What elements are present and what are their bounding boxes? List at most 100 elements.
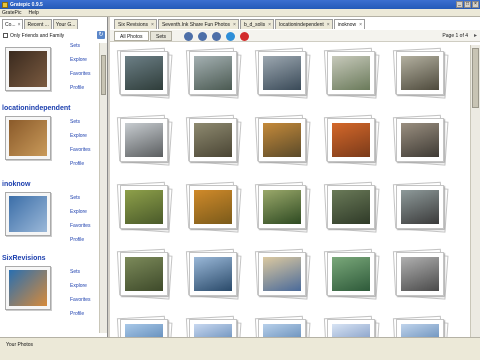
contact-favorites-link[interactable]: Favorites — [70, 223, 91, 229]
photo-thumbnail[interactable] — [125, 123, 163, 157]
sets-toggle[interactable]: Sets — [150, 31, 173, 41]
next-page-icon[interactable]: ▸ — [474, 32, 477, 39]
favorite-heart-icon[interactable] — [240, 32, 249, 41]
photo-thumbnail[interactable] — [194, 123, 232, 157]
contact-avatar[interactable] — [5, 116, 51, 160]
photo-stack[interactable] — [390, 246, 450, 302]
forward-icon[interactable] — [198, 32, 207, 41]
photo-stack[interactable] — [252, 313, 312, 337]
tab-inoknow[interactable]: inoknow × — [333, 19, 365, 29]
menu-gratepic[interactable]: GratePic — [2, 10, 21, 16]
photo-thumbnail[interactable] — [401, 56, 439, 90]
contact-name[interactable]: locationindependent — [2, 105, 98, 112]
photo-thumbnail[interactable] — [263, 257, 301, 291]
tab-six-revisions[interactable]: Six Revisions × — [114, 19, 157, 29]
photo-stack[interactable] — [390, 112, 450, 168]
photo-stack[interactable] — [183, 313, 243, 337]
contact-avatar[interactable] — [5, 266, 51, 310]
maximize-button[interactable]: □ — [464, 1, 471, 8]
photo-thumbnail[interactable] — [194, 190, 232, 224]
tab-b-d-solis[interactable]: b_d_solis × — [239, 19, 275, 29]
contact-sets-link[interactable]: Sets — [70, 269, 91, 275]
photo-thumbnail[interactable] — [332, 190, 370, 224]
photo-stack[interactable] — [114, 112, 174, 168]
photo-thumbnail[interactable] — [263, 123, 301, 157]
contact-explore-link[interactable]: Explore — [70, 209, 91, 215]
contact-sets-link[interactable]: Sets — [70, 43, 91, 49]
contact-favorites-link[interactable]: Favorites — [70, 297, 91, 303]
scrollbar-thumb[interactable] — [472, 48, 479, 108]
contact-profile-link[interactable]: Profile — [70, 161, 91, 167]
photo-stack[interactable] — [114, 45, 174, 101]
photo-stack[interactable] — [321, 45, 381, 101]
photo-thumbnail[interactable] — [125, 324, 163, 337]
photo-stack[interactable] — [321, 179, 381, 235]
tab-contacts[interactable]: Co... × — [2, 19, 24, 29]
contact-avatar[interactable] — [5, 47, 51, 91]
refresh-contacts-icon[interactable]: ↻ — [97, 31, 105, 39]
contact-favorites-link[interactable]: Favorites — [70, 71, 91, 77]
close-tab-icon[interactable]: × — [359, 22, 362, 29]
menu-help[interactable]: Help — [28, 10, 38, 16]
close-button[interactable]: × — [472, 1, 479, 8]
photo-thumbnail[interactable] — [401, 257, 439, 291]
photo-stack[interactable] — [390, 45, 450, 101]
contact-name[interactable]: SixRevisions — [2, 255, 98, 262]
contact-sets-link[interactable]: Sets — [70, 195, 91, 201]
photo-thumbnail[interactable] — [332, 123, 370, 157]
photo-stack[interactable] — [183, 45, 243, 101]
close-tab-icon[interactable]: × — [151, 22, 154, 29]
tab-recent[interactable]: Recent ... — [24, 19, 52, 29]
minimize-button[interactable]: _ — [456, 1, 463, 8]
photo-stack[interactable] — [114, 179, 174, 235]
photo-thumbnail[interactable] — [125, 257, 163, 291]
photo-thumbnail[interactable] — [332, 56, 370, 90]
photo-stack[interactable] — [321, 313, 381, 337]
close-tab-icon[interactable]: × — [268, 22, 271, 29]
close-tab-icon[interactable]: × — [233, 22, 236, 29]
tab-your-groups[interactable]: Your G... — [52, 19, 79, 29]
photo-thumbnail[interactable] — [125, 56, 163, 90]
photo-thumbnail[interactable] — [194, 257, 232, 291]
photo-thumbnail[interactable] — [332, 324, 370, 337]
contact-sets-link[interactable]: Sets — [70, 119, 91, 125]
contact-avatar[interactable] — [5, 192, 51, 236]
contact-profile-link[interactable]: Profile — [70, 237, 91, 243]
photo-stack[interactable] — [252, 45, 312, 101]
refresh-icon[interactable] — [212, 32, 221, 41]
friends-family-checkbox[interactable] — [3, 33, 8, 38]
photo-stack[interactable] — [252, 112, 312, 168]
photo-thumbnail[interactable] — [194, 56, 232, 90]
photo-grid-scrollbar[interactable] — [470, 45, 480, 337]
photo-thumbnail[interactable] — [263, 56, 301, 90]
contacts-scrollbar[interactable] — [99, 43, 107, 333]
contact-profile-link[interactable]: Profile — [70, 311, 91, 317]
photo-thumbnail[interactable] — [263, 324, 301, 337]
photo-stack[interactable] — [183, 246, 243, 302]
tab-locationindependent[interactable]: locationindependent × — [275, 19, 333, 29]
photo-thumbnail[interactable] — [263, 190, 301, 224]
tab-seventh-ink[interactable]: Seventh.Ink Share Fun Photos × — [157, 19, 239, 29]
photo-stack[interactable] — [390, 179, 450, 235]
photo-thumbnail[interactable] — [125, 190, 163, 224]
photo-stack[interactable] — [321, 246, 381, 302]
contact-explore-link[interactable]: Explore — [70, 133, 91, 139]
photo-thumbnail[interactable] — [401, 123, 439, 157]
close-tab-icon[interactable]: × — [327, 22, 330, 29]
photo-thumbnail[interactable] — [194, 324, 232, 337]
photo-stack[interactable] — [390, 313, 450, 337]
photo-stack[interactable] — [252, 246, 312, 302]
contact-explore-link[interactable]: Explore — [70, 283, 91, 289]
photo-thumbnail[interactable] — [401, 324, 439, 337]
contact-profile-link[interactable]: Profile — [70, 85, 91, 91]
photo-stack[interactable] — [183, 179, 243, 235]
all-photos-toggle[interactable]: All Photos — [114, 31, 149, 41]
close-tab-icon[interactable]: × — [18, 22, 21, 29]
contact-explore-link[interactable]: Explore — [70, 57, 91, 63]
scrollbar-thumb[interactable] — [101, 55, 106, 95]
globe-icon[interactable] — [226, 32, 235, 41]
photo-stack[interactable] — [114, 313, 174, 337]
contact-favorites-link[interactable]: Favorites — [70, 147, 91, 153]
photo-stack[interactable] — [252, 179, 312, 235]
photo-stack[interactable] — [114, 246, 174, 302]
